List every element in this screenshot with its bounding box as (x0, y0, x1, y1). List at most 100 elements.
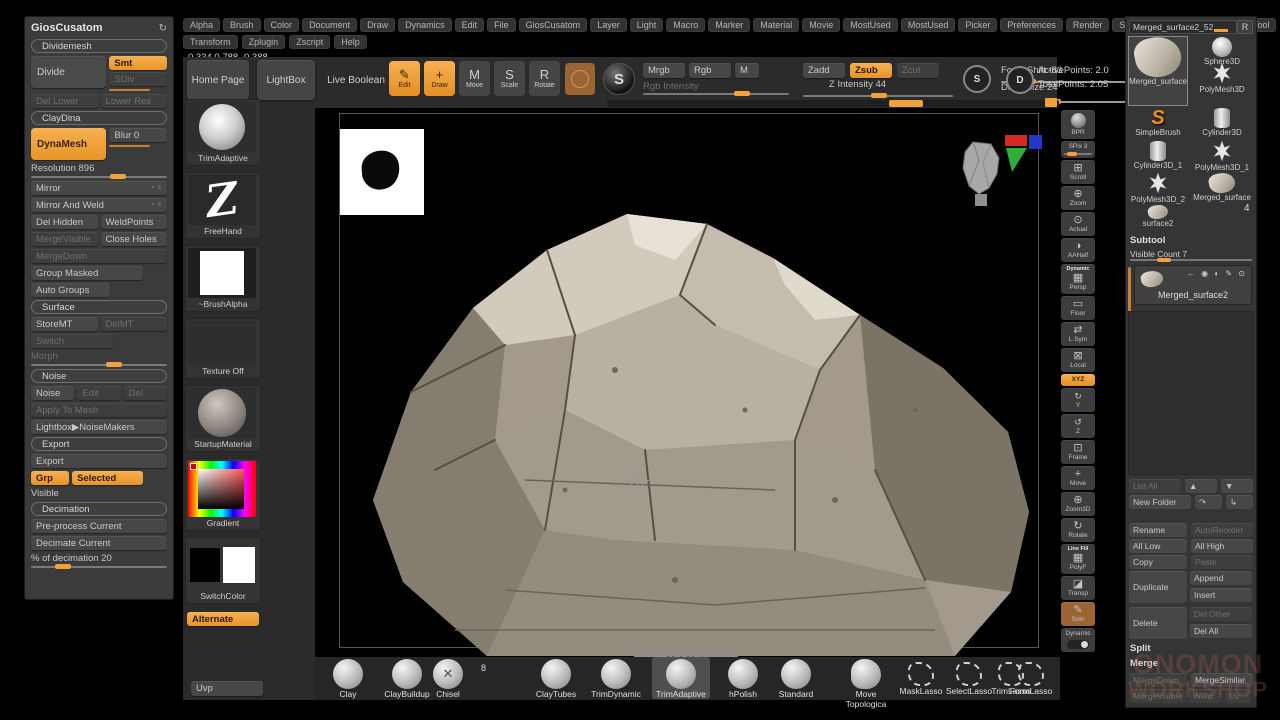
brush-formlasso[interactable]: FormLasso (1002, 657, 1060, 696)
shelf-y[interactable]: ↻Y (1061, 388, 1095, 412)
brush-chisel[interactable]: ✕Chisel (419, 657, 477, 699)
shelf-zoom[interactable]: ⊕Zoom (1061, 186, 1095, 210)
visible-count-slider[interactable]: Visible Count 7 (1130, 249, 1252, 261)
delmt-button[interactable]: DelMT (101, 317, 168, 331)
delete-button[interactable]: Delete (1129, 607, 1187, 639)
mergevisible-button[interactable]: MergeVisible (31, 232, 98, 246)
mergedown-button[interactable]: MergeDown (31, 249, 167, 263)
tool-sphere3d[interactable]: Sphere3D (1190, 37, 1254, 61)
shelf-spix-3[interactable]: SPix 3 (1061, 141, 1095, 158)
grp-button[interactable]: Grp (31, 471, 69, 485)
stroke-picker-icon[interactable]: S (963, 65, 991, 93)
home-page-button[interactable]: Home Page (187, 60, 249, 100)
sculpt-zcut-button[interactable]: Zcut (897, 63, 939, 78)
menu-transform[interactable]: Transform (183, 35, 238, 49)
slider-handle[interactable] (871, 93, 887, 98)
menu-color[interactable]: Color (264, 18, 300, 32)
menu-document[interactable]: Document (302, 18, 357, 32)
tool-polymesh3d-2[interactable]: PolyMesh3D_2 (1128, 173, 1188, 203)
shelf-polyf[interactable]: Line Fill▦PolyF (1061, 544, 1095, 574)
switchcolor-slot[interactable]: SwitchColor (185, 537, 261, 604)
dynamesh-button[interactable]: DynaMesh (31, 128, 106, 160)
mirror-button[interactable]: Mirror▪ ≡ (31, 181, 167, 195)
close-holes-button[interactable]: Close Holes (101, 232, 168, 246)
mergevisible-button[interactable]: MergeVisible (1129, 689, 1185, 703)
del-button[interactable]: Del (124, 386, 167, 400)
resolution-896-slider[interactable] (31, 176, 167, 178)
group-export[interactable]: Export (31, 437, 167, 451)
tool-surface2[interactable]: surface2 (1128, 205, 1188, 235)
selected-button[interactable]: Selected (72, 471, 143, 485)
draw-size-picker-icon[interactable]: D (1006, 66, 1034, 94)
apply-to-mesh-button[interactable]: Apply To Mesh (31, 403, 167, 417)
gradient-slot[interactable]: Gradient (185, 458, 261, 531)
menu-marker[interactable]: Marker (708, 18, 750, 32)
sub-slider[interactable] (109, 89, 149, 91)
slider-handle[interactable] (106, 362, 122, 367)
paint-m-button[interactable]: M (735, 63, 759, 78)
shelf-move[interactable]: +Move (1061, 466, 1095, 490)
menu-mostused[interactable]: MostUsed (901, 18, 956, 32)
weld-button[interactable]: Weld (1189, 689, 1221, 703)
--button[interactable]: ↷ (1195, 495, 1222, 509)
sculpt-zadd-button[interactable]: Zadd (803, 63, 845, 78)
gradient-material-button[interactable] (565, 63, 595, 95)
all-high-button[interactable]: All High (1191, 539, 1253, 553)
group-noise[interactable]: Noise (31, 369, 167, 383)
menu-mostused[interactable]: MostUsed (843, 18, 898, 32)
lightbox-noisemakers-button[interactable]: Lightbox▶NoiseMakers (31, 420, 167, 434)
scale-mode-button[interactable]: SScale (494, 61, 525, 96)
del-other-button[interactable]: Del Other (1190, 607, 1252, 621)
dynamic-toggle[interactable] (1067, 640, 1089, 649)
list-all-button[interactable]: List All (1129, 479, 1181, 493)
subtool-item[interactable]: ← ◉ ◐ ✎ ⊙Merged_surface2 (1134, 265, 1252, 305)
menu-preferences[interactable]: Preferences (1000, 18, 1063, 32)
move-mode-button[interactable]: MMove (459, 61, 490, 96)
rgb-intensity-slider[interactable] (643, 93, 789, 95)
brush-hpolish[interactable]: hPolish (714, 657, 772, 699)
current-material-ball[interactable]: S (603, 63, 635, 95)
sculpt-zsub-button[interactable]: Zsub (850, 63, 892, 78)
shelf-persp[interactable]: Dynamic▦Persp (1061, 264, 1095, 294)
menu-dynamics[interactable]: Dynamics (398, 18, 452, 32)
new-folder-button[interactable]: New Folder (1129, 495, 1191, 509)
slider-handle[interactable] (1067, 152, 1077, 156)
sdiv-button[interactable]: SDiv (109, 72, 167, 86)
menu-movie[interactable]: Movie (802, 18, 840, 32)
shelf-aahalf[interactable]: ◑AAHalf (1061, 238, 1095, 262)
weldpoints-button[interactable]: WeldPoints◦ (101, 215, 168, 229)
-brushalpha-slot[interactable]: ~BrushAlpha (185, 245, 261, 312)
slider-handle[interactable] (1157, 258, 1171, 262)
group-decimation[interactable]: Decimation (31, 502, 167, 516)
rename-button[interactable]: Rename (1129, 523, 1187, 537)
menu-picker[interactable]: Picker (958, 18, 997, 32)
auto-groups-button[interactable]: Auto Groups (31, 283, 110, 297)
alternate-slot[interactable]: Alternate (185, 610, 261, 628)
brush-standard[interactable]: Standard (767, 657, 825, 699)
mirror-and-weld-button[interactable]: Mirror And Weld▪ ≡ (31, 198, 167, 212)
live-boolean-button[interactable]: Live Boolean (323, 60, 389, 100)
menu-zscript[interactable]: Zscript (289, 35, 330, 49)
shelf-solo[interactable]: ✎Solo (1061, 602, 1095, 626)
edit-mode-button[interactable]: ✎Edit (389, 61, 420, 96)
tool-polymesh3d[interactable]: PolyMesh3D (1190, 63, 1254, 105)
-of-decimation-20-slider[interactable] (31, 566, 167, 568)
append-button[interactable]: Append (1190, 571, 1252, 585)
menu-edit[interactable]: Edit (455, 18, 485, 32)
shelf-scroll[interactable]: ⊞Scroll (1061, 160, 1095, 184)
paint-rgb-button[interactable]: Rgb (689, 63, 731, 78)
uvp-button[interactable]: Uvp (191, 681, 263, 696)
--button[interactable]: ▼ (1221, 479, 1253, 493)
copy-button[interactable]: Copy (1129, 555, 1187, 569)
slider-handle[interactable] (110, 174, 126, 179)
insert-button[interactable]: Insert (1190, 588, 1252, 602)
tool-merged-surface[interactable]: Merged_surface (1128, 36, 1188, 106)
del-all-button[interactable]: Del All (1190, 624, 1252, 638)
rotate-mode-button[interactable]: RRotate (529, 61, 560, 96)
switch-button[interactable]: Switch (31, 334, 113, 348)
trimadaptive-slot[interactable]: TrimAdaptive (185, 99, 261, 166)
shelf-local[interactable]: ⊠Local (1061, 348, 1095, 372)
mergesimilar-button[interactable]: MergeSimilar (1191, 673, 1253, 687)
lightbox-button[interactable]: LightBox (257, 60, 315, 100)
shelf-l-sym[interactable]: ⇄L.Sym (1061, 322, 1095, 346)
